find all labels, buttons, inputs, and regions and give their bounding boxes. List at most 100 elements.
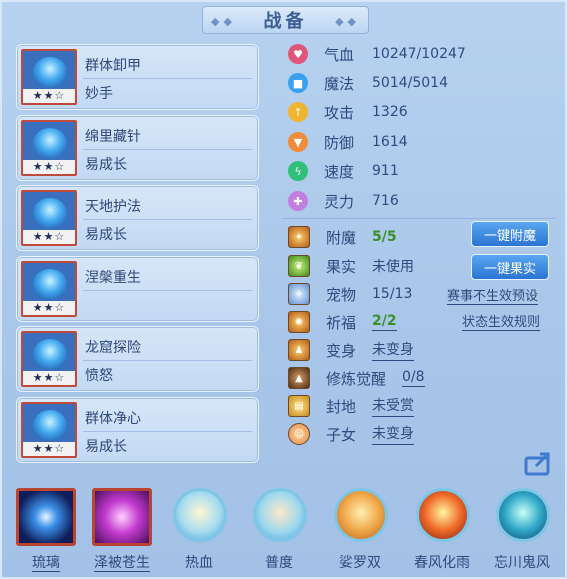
skill-stars: ★★☆	[23, 371, 75, 385]
skill-card-4[interactable]: ★★☆ 涅槃重生	[16, 256, 259, 322]
skill-thumbnail: ★★☆	[21, 120, 77, 176]
enchant-icon: ✦	[288, 226, 310, 248]
tool-label: 春风化雨	[414, 555, 470, 571]
skill-card-5[interactable]: ★★☆ 龙窟探险 愤怒	[16, 326, 259, 392]
tool-rexue[interactable]: 热血	[167, 486, 231, 576]
divider	[83, 219, 252, 220]
row-value[interactable]: 0/8	[402, 369, 425, 387]
tool-label: 琉璃	[32, 555, 60, 572]
one-click-fruit-button[interactable]: 一键果实	[471, 254, 549, 280]
title-text: 战备	[263, 11, 308, 32]
stat-speed: ϟ 速度 911	[288, 159, 399, 183]
transform-icon: ♟	[288, 339, 310, 361]
fruit-icon: ❦	[288, 255, 310, 277]
tool-label: 忘川鬼风	[494, 555, 550, 571]
row-value[interactable]: 未变身	[372, 339, 414, 361]
skill-name: 涅槃重生	[85, 270, 141, 286]
tool-wangchuan[interactable]: 忘川鬼风	[490, 486, 554, 576]
skill-trait: 易成长	[85, 157, 127, 173]
row-label: 果实	[326, 257, 357, 276]
tool-label: 泽被苍生	[94, 555, 150, 572]
row-children: ☺ 子女 未变身	[288, 422, 414, 446]
skill-trait: 妙手	[85, 86, 113, 102]
row-label: 祈福	[326, 313, 357, 332]
skill-trait: 愤怒	[85, 368, 113, 384]
skill-art-icon	[33, 198, 67, 228]
battle-prep-panel: ◆◆ 战备 ◆◆ ★★☆ 群体卸甲 妙手 ★★☆ 绵里藏针 易成长 ★★☆ 天地…	[0, 0, 567, 579]
state-rules-link[interactable]: 状态生效规则	[462, 311, 541, 331]
children-icon: ☺	[288, 423, 310, 445]
panel-title: ◆◆ 战备 ◆◆	[202, 6, 369, 34]
row-label: 变身	[326, 341, 357, 360]
divider	[282, 218, 555, 219]
tool-suoluoshuang[interactable]: 娑罗双	[328, 486, 392, 576]
row-awakening: ▲ 修炼觉醒 0/8	[288, 366, 425, 390]
row-value[interactable]: 未受赏	[372, 395, 414, 417]
skill-thumbnail: ★★☆	[21, 190, 77, 246]
skill-thumbnail: ★★☆	[21, 331, 77, 387]
one-click-enchant-button[interactable]: 一键附魔	[471, 221, 549, 247]
tool-label: 娑罗双	[339, 555, 381, 571]
defense-icon: ▼	[288, 132, 308, 152]
tool-liuli[interactable]: 琉璃	[14, 486, 78, 576]
row-value[interactable]: 未变身	[372, 423, 414, 445]
skill-trait: 易成长	[85, 227, 127, 243]
tool-pudu[interactable]: 普度	[247, 486, 311, 576]
divider	[83, 360, 252, 361]
awakening-icon: ▲	[288, 367, 310, 389]
rexue-icon	[173, 488, 227, 542]
tool-label: 普度	[265, 555, 293, 571]
skill-name: 龙窟探险	[85, 340, 141, 356]
skill-card-3[interactable]: ★★☆ 天地护法 易成长	[16, 185, 259, 251]
stat-value: 911	[372, 163, 399, 179]
liuli-icon	[16, 488, 76, 546]
stat-label: 防御	[324, 133, 355, 152]
chunfeng-icon	[416, 488, 470, 542]
heart-icon: ♥	[288, 44, 308, 64]
stat-value: 1326	[372, 104, 408, 120]
stat-label: 速度	[324, 162, 355, 181]
row-value[interactable]: 2/2	[372, 313, 397, 331]
stat-spirit: ✚ 灵力 716	[288, 189, 399, 213]
skill-stars: ★★☆	[23, 160, 75, 174]
skill-art-icon	[33, 339, 67, 369]
skill-card-2[interactable]: ★★☆ 绵里藏针 易成长	[16, 115, 259, 181]
skill-art-icon	[33, 128, 67, 158]
tool-chunfeng[interactable]: 春风化雨	[410, 486, 474, 576]
skill-stars: ★★☆	[23, 89, 75, 103]
stat-label: 气血	[324, 45, 355, 64]
stat-value: 1614	[372, 134, 408, 150]
row-fief: ▤ 封地 未受赏	[288, 394, 414, 418]
skill-thumbnail: ★★☆	[21, 261, 77, 317]
share-icon[interactable]	[524, 450, 554, 476]
fief-icon: ▤	[288, 395, 310, 417]
row-transform: ♟ 变身 未变身	[288, 338, 414, 362]
speed-icon: ϟ	[288, 161, 308, 181]
divider	[83, 149, 252, 150]
skill-name: 绵里藏针	[85, 129, 141, 145]
title-ornament-left-icon: ◆◆	[211, 15, 236, 28]
skill-art-icon	[33, 57, 67, 87]
row-value: 15/13	[372, 286, 413, 302]
skill-name: 群体卸甲	[85, 58, 141, 74]
match-preset-link[interactable]: 赛事不生效预设	[447, 285, 539, 305]
row-value: 5/5	[372, 229, 397, 245]
row-value: 未使用	[372, 259, 414, 275]
skill-card-6[interactable]: ★★☆ 群体净心 易成长	[16, 397, 259, 463]
row-fruit: ❦ 果实 未使用	[288, 254, 414, 278]
stat-value: 716	[372, 193, 399, 209]
row-label: 子女	[326, 425, 357, 444]
skill-thumbnail: ★★☆	[21, 402, 77, 458]
wangchuan-icon	[496, 488, 550, 542]
spirit-icon: ✚	[288, 191, 308, 211]
attack-icon: ↑	[288, 102, 308, 122]
skill-name: 群体净心	[85, 411, 141, 427]
skill-card-1[interactable]: ★★☆ 群体卸甲 妙手	[16, 44, 259, 110]
zebei-icon	[92, 488, 152, 546]
stat-value: 5014/5014	[372, 75, 448, 91]
row-blessing: ✺ 祈福 2/2	[288, 310, 397, 334]
tool-zebei[interactable]: 泽被苍生	[90, 486, 154, 576]
divider	[83, 78, 252, 79]
skill-art-icon	[33, 269, 67, 299]
share-glyph	[524, 452, 550, 476]
